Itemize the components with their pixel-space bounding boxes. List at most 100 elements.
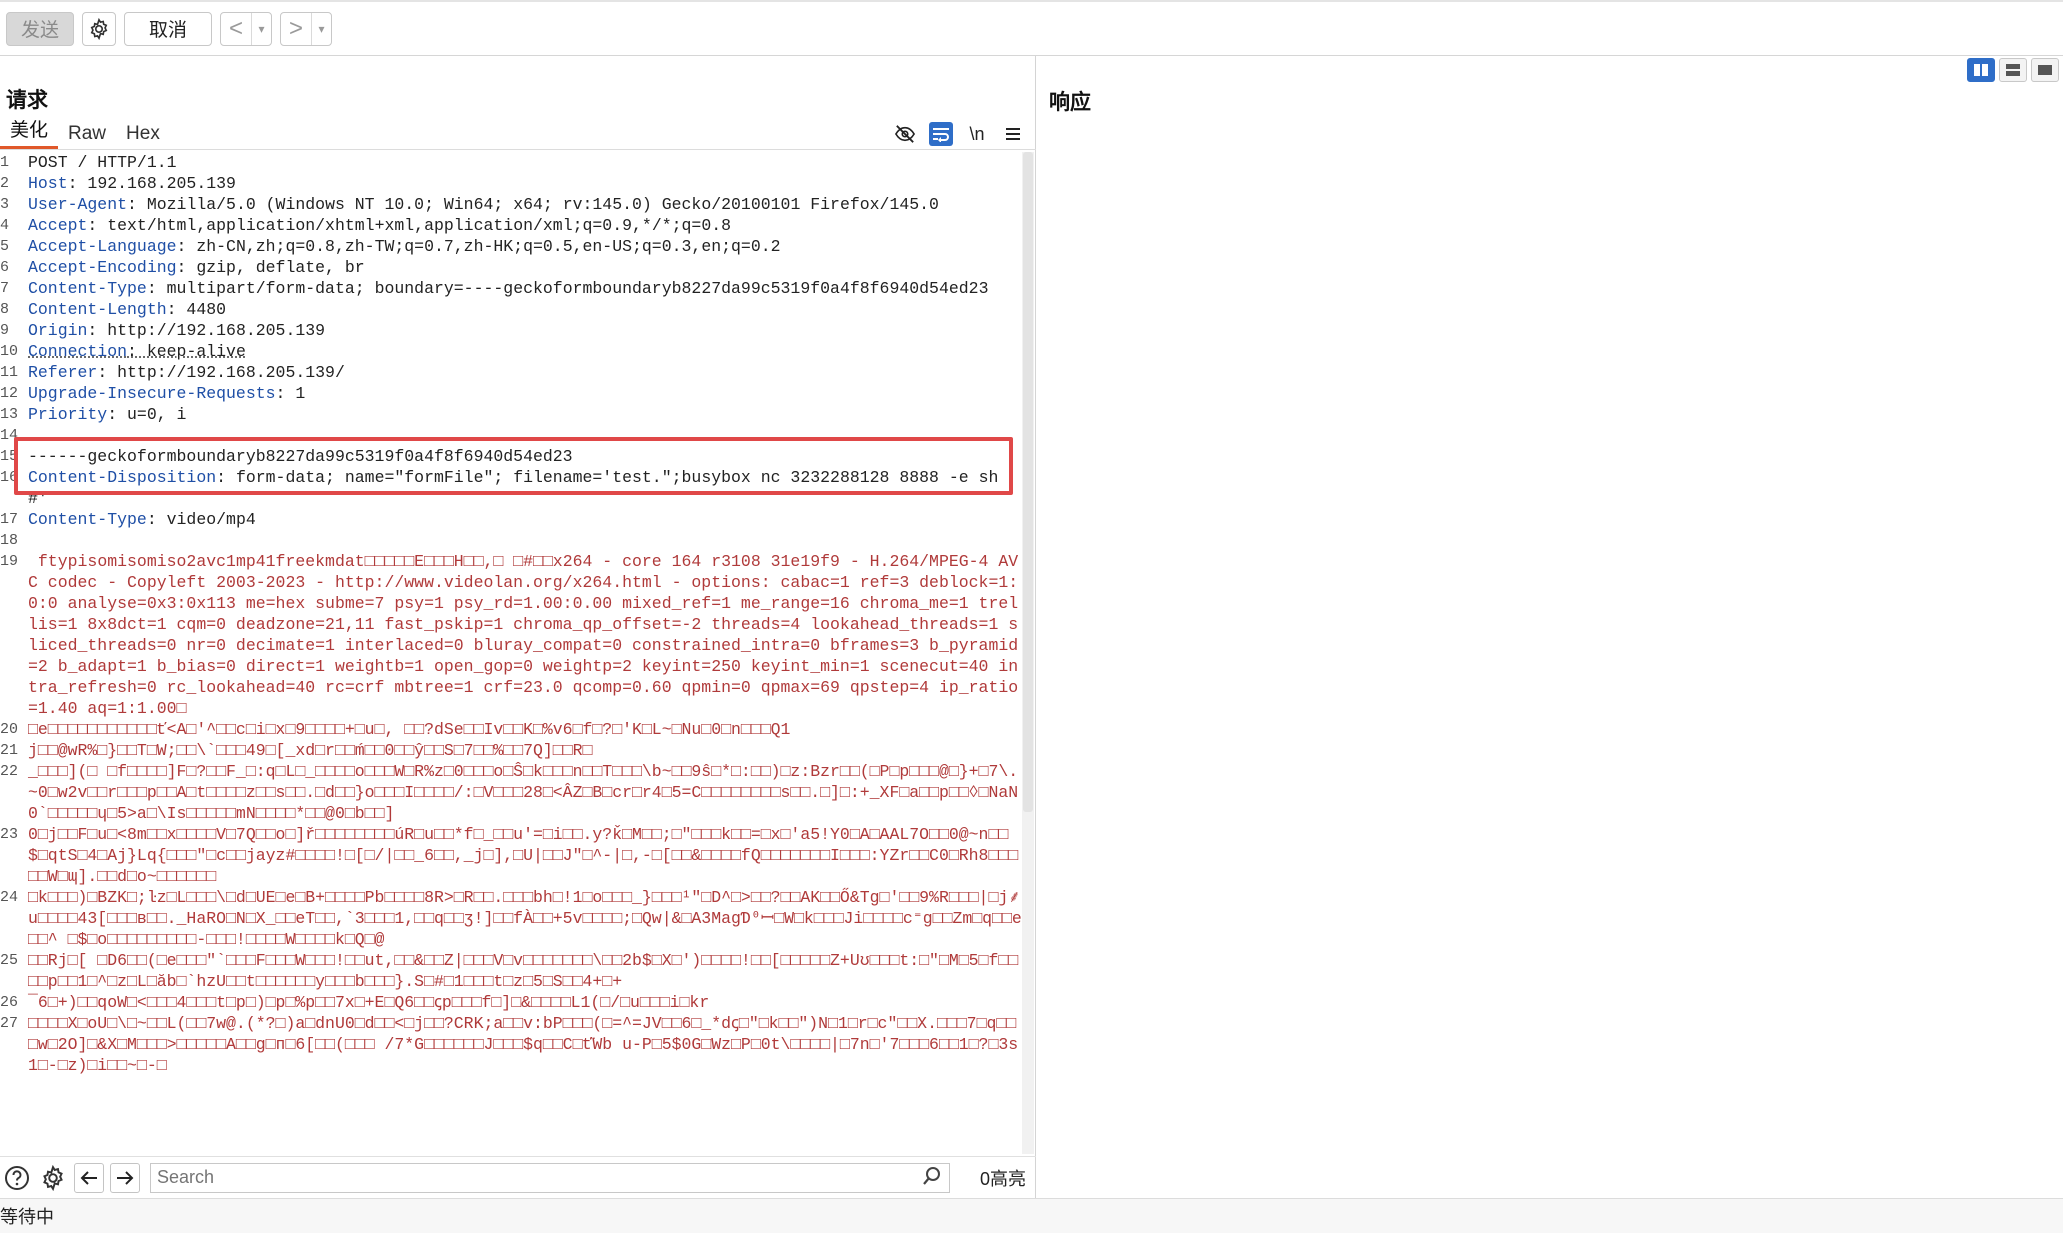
search-next-button[interactable] <box>110 1162 140 1193</box>
header-value: : keep-alive <box>127 342 246 361</box>
header-value: : zh-CN,zh;q=0.8,zh-TW;q=0.7,zh-HK;q=0.5… <box>176 237 781 256</box>
response-panel: 响应 <box>1037 56 2063 1198</box>
wrap-lines-icon <box>933 128 949 142</box>
request-title: 请求 <box>6 89 48 112</box>
line-number: 13 <box>0 406 19 423</box>
editor-line-binary: 23 0□j□□F□u□<8m□□x□□□□V□7Q□□o□]ř□□□□□□□□ú… <box>0 824 1022 887</box>
show-newlines-button[interactable]: \n <box>965 122 989 146</box>
line-content: Content-Disposition: form-data; name="fo… <box>22 467 1022 509</box>
header-key: Content-Disposition <box>28 468 217 487</box>
line-content: Referer: http://192.168.205.139/ <box>22 362 1022 383</box>
editor-line: 14 <box>0 425 1022 446</box>
send-button[interactable]: 发送 <box>6 11 74 46</box>
line-content: Accept-Encoding: gzip, deflate, br <box>22 257 1022 278</box>
search-bar: 0高亮 <box>0 1156 1036 1198</box>
editor-line-binary: 27 □□□□X□oU□\□~□□L(□□7w@.(*?□)a□dnU0□d□□<… <box>0 1013 1022 1076</box>
main-toolbar: 发送 取消 < ▾ > ▾ <box>0 0 2063 56</box>
line-content: Origin: http://192.168.205.139 <box>22 320 1022 341</box>
tab-pretty[interactable]: 美化 <box>0 119 59 149</box>
split-vertical-icon <box>2006 64 2020 76</box>
hamburger-menu-icon <box>1006 128 1020 140</box>
editor-line-binary: 25 □□Rj□[ □D6□□(□e□□□"`□□□F□□□W□□□!□□ut,□… <box>0 950 1022 992</box>
line-number: 21 <box>0 742 19 759</box>
search-field-wrap <box>150 1162 950 1193</box>
header-value: : http://192.168.205.139/ <box>97 363 345 382</box>
forward-button[interactable]: > <box>281 13 311 45</box>
request-tabs: 美化 Raw Hex <box>0 120 1036 150</box>
header-key: User-Agent <box>28 195 128 214</box>
hide-nonprintable-button[interactable] <box>893 122 917 146</box>
line-content: Accept: text/html,application/xhtml+xml,… <box>22 215 1022 236</box>
editor-line: 16 Content-Disposition: form-data; name="… <box>0 467 1022 509</box>
editor-line: 17 Content-Type: video/mp4 <box>0 509 1022 530</box>
header-key: Content-Type <box>28 279 147 298</box>
settings-button[interactable] <box>82 11 116 46</box>
editor-line-binary: 19 ftypisomisomiso2avc1mp41freekmdat□□□□… <box>0 551 1022 719</box>
line-content: Content-Type: multipart/form-data; bound… <box>22 278 1022 299</box>
editor-line: 12 Upgrade-Insecure-Requests: 1 <box>0 383 1022 404</box>
header-key: Priority <box>28 405 108 424</box>
line-number: 7 <box>0 280 10 297</box>
editor-line: 7 Content-Type: multipart/form-data; boun… <box>0 278 1022 299</box>
line-number: 2 <box>0 175 10 192</box>
layout-toggle-group <box>1967 58 2059 82</box>
tab-hex[interactable]: Hex <box>116 119 170 149</box>
line-content: Content-Type: video/mp4 <box>22 509 1022 530</box>
header-value: : 4480 <box>166 300 227 319</box>
search-prev-button[interactable] <box>74 1162 104 1193</box>
binary-content: _□□□](□ □f□□□□]F□?□□F_□:q□L□_□□□□o□□□W□R… <box>28 762 1019 823</box>
binary-content: □e□□□□□□□□□□□ť<A□'^□□c□i□x□9□□□□+□u□, □□… <box>28 720 791 739</box>
line-number: 18 <box>0 532 19 549</box>
split-vertical-button[interactable] <box>1999 58 2027 82</box>
editor-line: 1 POST / HTTP/1.1 <box>0 152 1022 173</box>
line-number: 4 <box>0 217 10 234</box>
gear-icon <box>90 17 108 40</box>
line-number: 15 <box>0 448 19 465</box>
gear-icon <box>43 1164 63 1191</box>
editor-line: 18 <box>0 530 1022 551</box>
line-number: 12 <box>0 385 19 402</box>
header-value: : gzip, deflate, br <box>176 258 365 277</box>
request-panel: 请求 美化 Raw Hex \n 1 POST / HTTP/1.1 2 Host: … <box>0 56 1036 1198</box>
editor-line: 8 Content-Length: 4480 <box>0 299 1022 320</box>
wrap-lines-button[interactable] <box>929 122 953 146</box>
editor-scrollbar[interactable] <box>1022 152 1034 1154</box>
header-value: : http://192.168.205.139 <box>87 321 326 340</box>
editor-line-binary: 22 _□□□](□ □f□□□□]F□?□□F_□:q□L□_□□□□o□□□W… <box>0 761 1022 824</box>
editor-menu-button[interactable] <box>1001 122 1025 146</box>
back-button[interactable]: < <box>221 13 251 45</box>
back-history-dropdown[interactable]: ▾ <box>251 12 271 45</box>
help-button[interactable] <box>2 1163 32 1193</box>
header-key: Connection <box>28 342 128 361</box>
header-key: Origin <box>28 321 88 340</box>
binary-content: □k□□□)□BZK□;ŀz□L□□□\□d□UE□e□B+□□□□Pb□□□□… <box>28 888 1022 949</box>
line-content: Priority: u=0, i <box>22 404 1022 425</box>
header-value: : Mozilla/5.0 (Windows NT 10.0; Win64; x… <box>127 195 939 214</box>
editor-line: 6 Accept-Encoding: gzip, deflate, br <box>0 257 1022 278</box>
line-number: 16 <box>0 469 19 486</box>
editor-line: 9 Origin: http://192.168.205.139 <box>0 320 1022 341</box>
split-horizontal-icon <box>1974 64 1988 76</box>
line-content: ------geckoformboundaryb8227da99c5319f0a… <box>28 447 573 466</box>
line-content: Upgrade-Insecure-Requests: 1 <box>22 383 1022 404</box>
line-number: 25 <box>0 952 19 969</box>
line-number: 24 <box>0 889 19 906</box>
search-settings-button[interactable] <box>38 1163 68 1193</box>
back-nav-group: < ▾ <box>220 11 272 46</box>
tab-raw[interactable]: Raw <box>58 119 116 149</box>
editor-tools: \n <box>893 120 1025 148</box>
cancel-button[interactable]: 取消 <box>124 11 212 46</box>
line-number: 5 <box>0 238 10 255</box>
forward-history-dropdown[interactable]: ▾ <box>311 12 331 45</box>
single-view-button[interactable] <box>2031 58 2059 82</box>
header-key: Referer <box>28 363 98 382</box>
search-icon <box>922 1166 942 1192</box>
editor-scrollbar-thumb[interactable] <box>1023 152 1033 812</box>
split-horizontal-button[interactable] <box>1967 58 1995 82</box>
header-value: : video/mp4 <box>146 510 256 529</box>
line-number: 14 <box>0 427 19 444</box>
search-input[interactable] <box>150 1162 950 1193</box>
editor-line: 4 Accept: text/html,application/xhtml+xml… <box>0 215 1022 236</box>
request-editor[interactable]: 1 POST / HTTP/1.1 2 Host: 192.168.205.139 3 U… <box>0 152 1022 1154</box>
match-count: 0高亮 <box>980 1168 1027 1189</box>
